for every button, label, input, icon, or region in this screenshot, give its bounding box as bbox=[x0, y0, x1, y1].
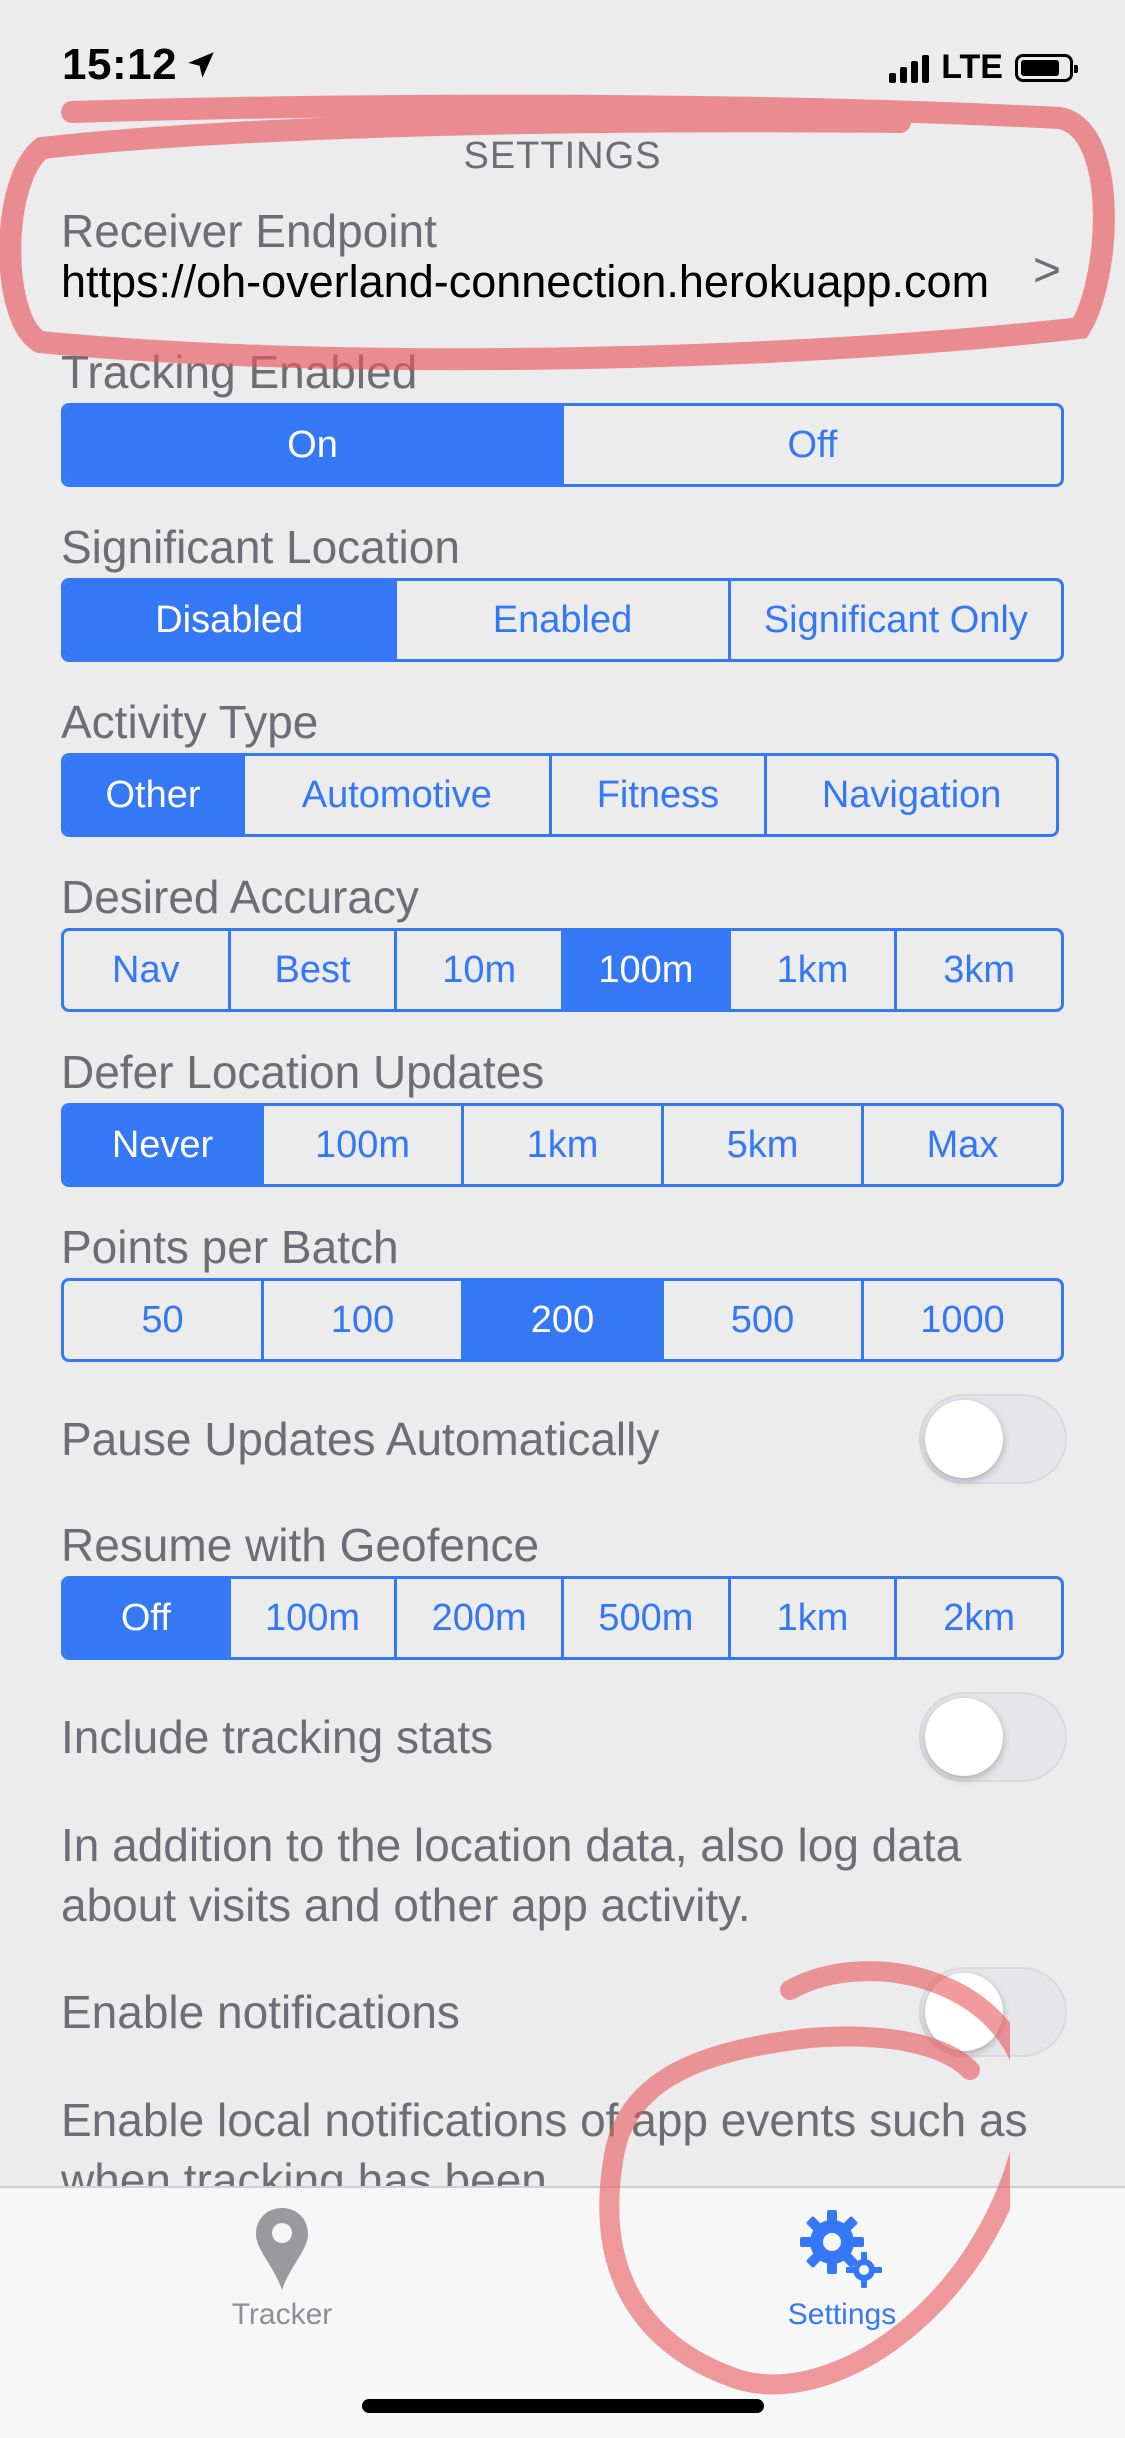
tracking-stats-label: Include tracking stats bbox=[61, 1711, 494, 1763]
segment-option[interactable]: On bbox=[64, 406, 561, 484]
pause-updates-label: Pause Updates Automatically bbox=[61, 1413, 660, 1465]
segment-option[interactable]: Off bbox=[561, 406, 1061, 484]
segment-option[interactable]: 50 bbox=[64, 1281, 261, 1359]
segment-option[interactable]: Disabled bbox=[64, 581, 395, 659]
segment-option[interactable]: Max bbox=[861, 1106, 1061, 1184]
segment-option[interactable]: Fitness bbox=[548, 756, 765, 834]
segment-option[interactable]: 2km bbox=[894, 1579, 1061, 1657]
chevron-right-icon: > bbox=[1032, 244, 1061, 297]
segment-option[interactable]: 500 bbox=[661, 1281, 861, 1359]
segment-option[interactable]: 1km bbox=[727, 931, 895, 1009]
desired-accuracy-label: Desired Accuracy bbox=[61, 871, 419, 923]
segment-option[interactable]: Best bbox=[227, 931, 395, 1009]
tracking-enabled-label: Tracking Enabled bbox=[61, 346, 418, 398]
toggle-knob bbox=[925, 1698, 1003, 1776]
map-pin-icon bbox=[256, 2208, 308, 2290]
segment-option[interactable]: 3km bbox=[894, 931, 1061, 1009]
tracking-stats-description: In addition to the location data, also l… bbox=[61, 1819, 962, 1931]
segment-option[interactable]: Enabled bbox=[394, 581, 727, 659]
home-indicator bbox=[362, 2399, 764, 2413]
segment-option[interactable]: Other bbox=[64, 756, 243, 834]
segment-option[interactable]: 200m bbox=[394, 1579, 561, 1657]
battery-icon bbox=[1015, 53, 1078, 82]
segment-option[interactable]: 100m bbox=[561, 931, 728, 1009]
activity-type-label: Activity Type bbox=[61, 696, 319, 748]
defer-location-updates-control[interactable]: Never 100m 1km 5km Max bbox=[61, 1103, 1064, 1187]
signal-bars-icon bbox=[889, 53, 930, 83]
tracking-enabled-control[interactable]: On Off bbox=[61, 403, 1064, 487]
significant-location-label: Significant Location bbox=[61, 521, 460, 573]
segment-option[interactable]: 1000 bbox=[861, 1281, 1061, 1359]
significant-location-control[interactable]: Disabled Enabled Significant Only bbox=[61, 578, 1064, 662]
notifications-toggle[interactable] bbox=[919, 1967, 1067, 2057]
resume-geofence-label: Resume with Geofence bbox=[61, 1519, 540, 1571]
location-arrow-icon bbox=[188, 52, 214, 78]
segment-option[interactable]: 1km bbox=[727, 1579, 895, 1657]
segment-option[interactable]: Navigation bbox=[764, 756, 1056, 834]
resume-geofence-control[interactable]: Off 100m 200m 500m 1km 2km bbox=[61, 1576, 1064, 1660]
status-bar: 15:12 LTE bbox=[0, 0, 1125, 130]
segment-option[interactable]: 5km bbox=[661, 1106, 861, 1184]
notifications-label: Enable notifications bbox=[61, 1986, 460, 2038]
segment-option[interactable]: Never bbox=[64, 1106, 261, 1184]
tab-settings-label: Settings bbox=[787, 2298, 897, 2331]
segment-option[interactable]: 200 bbox=[461, 1281, 661, 1359]
segment-option[interactable]: 100m bbox=[227, 1579, 395, 1657]
gears-icon bbox=[800, 2210, 882, 2288]
segment-option[interactable]: Automotive bbox=[242, 756, 549, 834]
segment-option[interactable]: Off bbox=[64, 1579, 228, 1657]
segment-option[interactable]: 100 bbox=[261, 1281, 461, 1359]
notifications-description: Enable local notifications of app events… bbox=[61, 2094, 1028, 2186]
tracking-stats-toggle[interactable] bbox=[919, 1692, 1067, 1782]
receiver-endpoint-url: https://oh-overland-connection.herokuapp… bbox=[61, 257, 990, 307]
network-label: LTE bbox=[941, 48, 1003, 86]
points-per-batch-label: Points per Batch bbox=[61, 1221, 399, 1273]
points-per-batch-control[interactable]: 50 100 200 500 1000 bbox=[61, 1278, 1064, 1362]
activity-type-control[interactable]: Other Automotive Fitness Navigation bbox=[61, 753, 1059, 837]
page-title: SETTINGS bbox=[463, 135, 662, 177]
toggle-knob bbox=[925, 1973, 1003, 2051]
defer-location-updates-label: Defer Location Updates bbox=[61, 1046, 545, 1098]
segment-option[interactable]: 1km bbox=[461, 1106, 661, 1184]
status-time: 15:12 bbox=[62, 40, 178, 89]
tab-tracker-label: Tracker bbox=[231, 2298, 333, 2331]
segment-option[interactable]: Significant Only bbox=[727, 581, 1061, 659]
desired-accuracy-control[interactable]: Nav Best 10m 100m 1km 3km bbox=[61, 928, 1064, 1012]
pause-updates-toggle[interactable] bbox=[919, 1394, 1067, 1484]
toggle-knob bbox=[925, 1400, 1003, 1478]
tab-tracker[interactable]: Tracker bbox=[152, 2206, 412, 2332]
receiver-endpoint-row[interactable]: Receiver Endpoint https://oh-overland-co… bbox=[61, 205, 1065, 320]
status-indicators: LTE bbox=[889, 48, 1078, 87]
segment-option[interactable]: 10m bbox=[394, 931, 561, 1009]
tab-settings[interactable]: Settings bbox=[712, 2206, 972, 2332]
segment-option[interactable]: Nav bbox=[64, 931, 228, 1009]
segment-option[interactable]: 500m bbox=[561, 1579, 728, 1657]
receiver-endpoint-label: Receiver Endpoint bbox=[61, 205, 437, 257]
segment-option[interactable]: 100m bbox=[261, 1106, 461, 1184]
